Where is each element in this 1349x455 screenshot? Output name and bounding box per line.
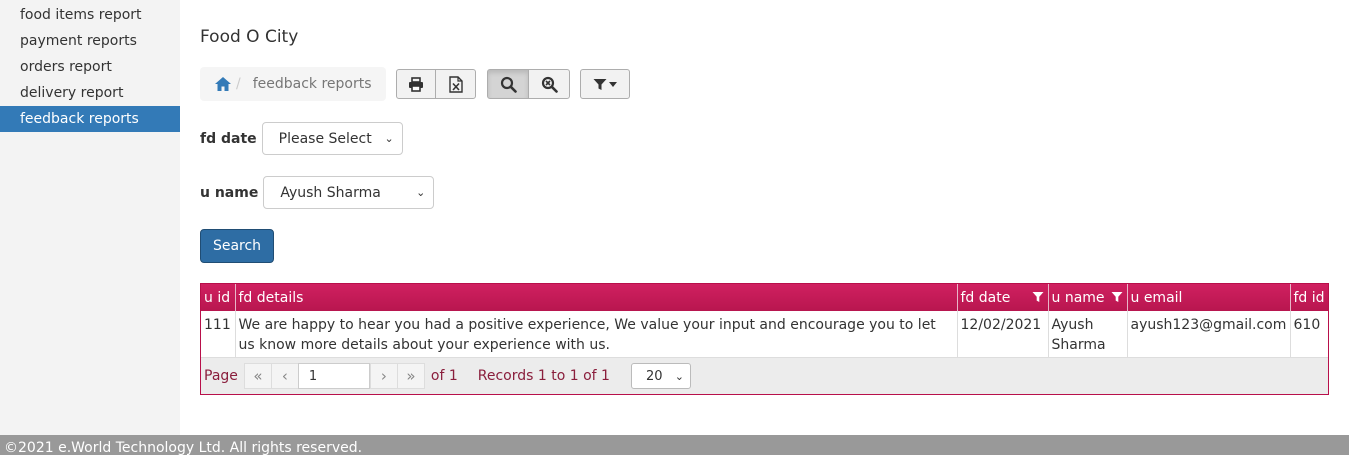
report-grid: u id fd details fd date u name u email f… xyxy=(200,283,1329,395)
footer: ©2021 e.World Technology Ltd. All rights… xyxy=(0,435,1349,455)
excel-icon xyxy=(448,75,463,93)
pager: Page « ‹ 1 › » of 1 Records 1 to 1 of 1 … xyxy=(201,357,1328,394)
double-chevron-left-icon: « xyxy=(253,367,263,385)
chevron-left-icon: ‹ xyxy=(281,367,288,385)
filter-icon xyxy=(593,78,607,90)
fd-date-label: fd date xyxy=(200,130,257,147)
last-page-button[interactable]: » xyxy=(396,363,425,389)
reset-search-button[interactable] xyxy=(528,69,570,99)
cell-u-id: 111 xyxy=(201,311,236,359)
next-page-button[interactable]: › xyxy=(369,363,398,389)
breadcrumb-current: feedback reports xyxy=(252,76,372,92)
column-filter-icon[interactable] xyxy=(1111,291,1123,303)
sidebar-item-food-items-report[interactable]: food items report xyxy=(0,2,180,28)
home-icon[interactable] xyxy=(214,76,232,92)
first-page-button[interactable]: « xyxy=(243,363,272,389)
pager-page-label: Page xyxy=(204,368,238,384)
cell-u-name: Ayush Sharma xyxy=(1048,311,1128,359)
report-table: u id fd details fd date u name u email f… xyxy=(201,284,1328,359)
u-name-filter: u name Ayush Sharma ⌄ xyxy=(200,176,435,209)
page-number-input[interactable]: 1 xyxy=(297,363,370,389)
cell-u-email: ayush123@gmail.com xyxy=(1127,311,1291,359)
sidebar: food items report payment reports orders… xyxy=(0,0,180,435)
search-button[interactable]: Search xyxy=(200,229,274,263)
export-button-group xyxy=(396,69,476,99)
u-name-select-value: Ayush Sharma xyxy=(280,184,381,201)
search-icon xyxy=(500,76,517,93)
fd-date-select-value: Please Select xyxy=(278,130,372,147)
u-name-select[interactable]: Ayush Sharma ⌄ xyxy=(263,176,435,209)
cell-fd-id: 610 xyxy=(1293,317,1321,333)
column-header-u-email[interactable]: u email xyxy=(1127,284,1291,311)
pager-of-text: of 1 xyxy=(430,368,458,384)
sidebar-item-payment-reports[interactable]: payment reports xyxy=(0,28,180,54)
fd-date-select[interactable]: Please Select ⌄ xyxy=(261,122,403,155)
column-header-fd-details[interactable]: fd details xyxy=(235,284,958,311)
print-icon xyxy=(409,76,423,92)
filter-dropdown-button[interactable] xyxy=(580,69,630,99)
table-header-row: u id fd details fd date u name u email f… xyxy=(201,284,1328,311)
double-chevron-right-icon: » xyxy=(406,367,416,385)
table-row[interactable]: 111 We are happy to hear you had a posit… xyxy=(201,311,1328,359)
search-button-group xyxy=(487,69,570,99)
print-button[interactable] xyxy=(396,69,436,99)
sidebar-menu: food items report payment reports orders… xyxy=(0,0,180,132)
column-header-fd-date[interactable]: fd date xyxy=(957,284,1049,311)
sidebar-item-orders-report[interactable]: orders report xyxy=(0,54,180,80)
sidebar-item-delivery-report[interactable]: delivery report xyxy=(0,80,180,106)
pager-records-text: Records 1 to 1 of 1 xyxy=(477,368,610,384)
caret-down-icon xyxy=(609,81,617,87)
sidebar-item-feedback-reports[interactable]: feedback reports xyxy=(0,106,180,132)
column-header-u-name[interactable]: u name xyxy=(1048,284,1128,311)
cell-fd-date: 12/02/2021 xyxy=(957,311,1049,359)
column-header-fd-id[interactable]: fd id xyxy=(1290,284,1328,311)
cell-fd-details: We are happy to hear you had a positive … xyxy=(235,311,958,359)
column-filter-icon[interactable] xyxy=(1032,291,1044,303)
u-name-label: u name xyxy=(200,184,259,201)
chevron-down-icon: ⌄ xyxy=(416,186,426,199)
breadcrumb-separator: / xyxy=(236,76,241,92)
chevron-right-icon: › xyxy=(380,367,387,385)
fd-date-filter: fd date Please Select ⌄ xyxy=(200,122,403,155)
zoom-reset-icon xyxy=(541,76,558,93)
previous-page-button[interactable]: ‹ xyxy=(270,363,299,389)
page-size-select[interactable]: 20 ⌄ xyxy=(630,363,691,389)
breadcrumb: / feedback reports xyxy=(200,67,386,101)
export-excel-button[interactable] xyxy=(435,69,476,99)
column-header-u-id[interactable]: u id xyxy=(201,284,236,311)
toggle-search-button[interactable] xyxy=(487,69,529,99)
chevron-down-icon: ⌄ xyxy=(384,132,394,145)
footer-copyright: ©2021 e.World Technology Ltd. All rights… xyxy=(4,440,363,455)
page-title: Food O City xyxy=(200,27,299,47)
filter-button-group xyxy=(580,69,630,99)
chevron-down-icon: ⌄ xyxy=(674,369,684,383)
page-size-value: 20 xyxy=(645,368,663,384)
